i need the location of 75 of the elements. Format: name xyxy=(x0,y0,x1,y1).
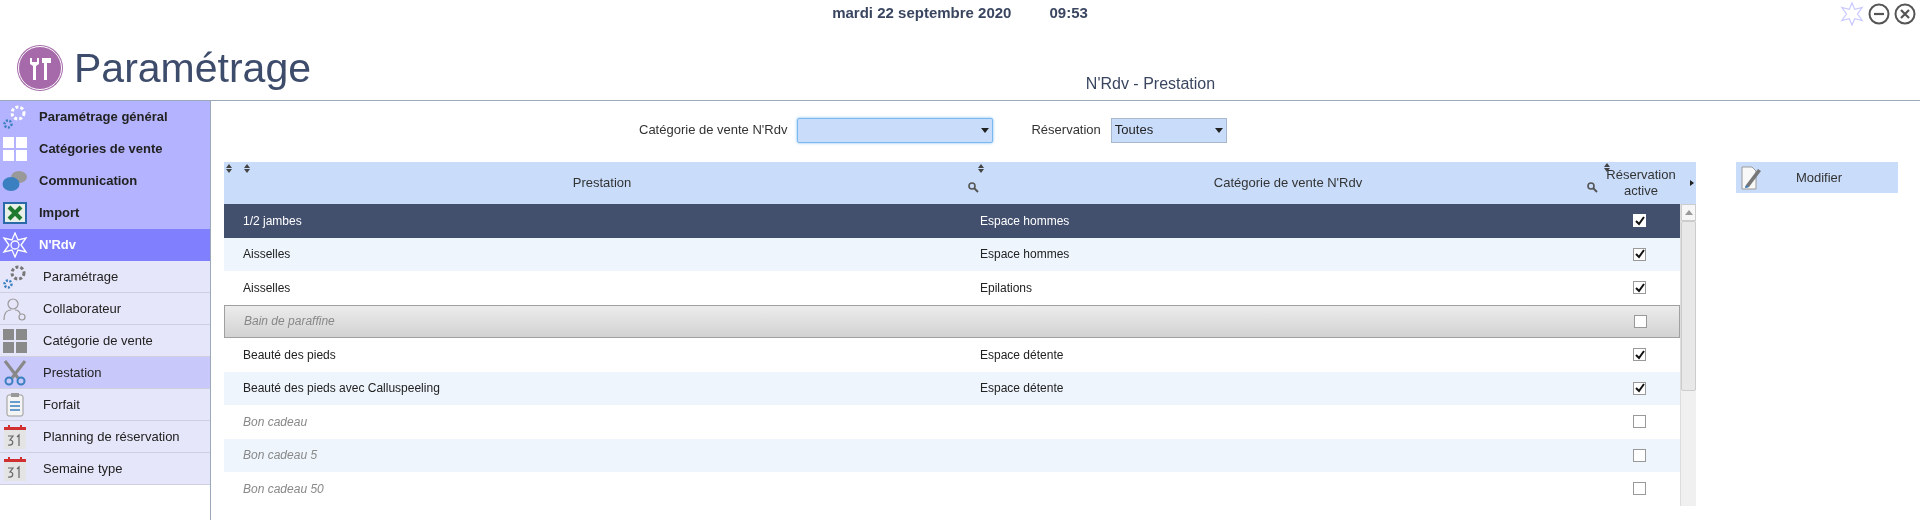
gears-icon xyxy=(2,104,28,130)
flower-icon xyxy=(2,232,28,258)
sidebar-item[interactable]: Paramétrage xyxy=(0,261,210,293)
checkbox[interactable] xyxy=(1633,247,1646,261)
sidebar-item[interactable]: Forfait xyxy=(0,389,210,421)
sort-icon[interactable] xyxy=(244,164,250,173)
close-icon[interactable] xyxy=(1894,3,1916,25)
checkbox[interactable] xyxy=(1633,482,1646,496)
caret-icon xyxy=(1214,127,1223,133)
table-cell: Espace hommes xyxy=(980,247,1070,262)
edit-icon xyxy=(1740,164,1762,191)
sidebar-section[interactable]: Import xyxy=(0,197,210,229)
checkbox[interactable] xyxy=(1633,415,1646,429)
dropdown-field[interactable] xyxy=(797,117,994,143)
clipboard-icon xyxy=(4,391,26,418)
table-cell-text: Bon cadeau 5 xyxy=(242,447,319,465)
table-cell-text: Bain de paraffine xyxy=(243,313,336,331)
table-row[interactable]: 1/2 jambes Espace hommes xyxy=(224,204,1680,238)
edit-button[interactable]: Modifier xyxy=(1736,162,1898,193)
sidebar-item[interactable]: Semaine type xyxy=(0,453,210,485)
table-row[interactable]: Beauté des pieds avec Calluspeeling Espace détente xyxy=(224,371,1680,405)
table-cell-text: Bon cadeau xyxy=(242,413,309,431)
table-cell-text: Aisselles xyxy=(242,246,292,264)
filter-label: Catégorie de vente N'Rdv xyxy=(639,121,788,140)
date-text: mardi 22 septembre 2020 xyxy=(832,2,1012,23)
scissors-icon xyxy=(2,359,28,386)
spreadsheet-icon xyxy=(3,202,27,224)
sidebar-item[interactable]: Prestation xyxy=(0,357,210,389)
table-cell-text: Beauté des pieds avec Calluspeeling xyxy=(242,380,441,398)
table-cell-text: Bon cadeau 50 xyxy=(242,480,325,498)
table-cell: Espace détente xyxy=(980,347,1064,362)
caret-icon xyxy=(981,127,990,133)
sidebar-section[interactable]: Communication xyxy=(0,165,210,197)
time-text: 09:53 xyxy=(1049,2,1088,23)
sort-icon[interactable] xyxy=(978,164,984,173)
calendar-icon xyxy=(3,423,27,450)
calendar-icon xyxy=(3,455,27,482)
filter-label: Réservation xyxy=(1031,121,1101,140)
sidebar-item[interactable]: Collaborateur xyxy=(0,293,210,325)
gears-icon xyxy=(2,263,28,290)
scroll-up-icon[interactable] xyxy=(1684,210,1693,215)
column-header[interactable]: Prestation xyxy=(224,162,980,204)
grid-icon xyxy=(2,327,28,354)
column-header[interactable]: Réservation active xyxy=(1596,162,1682,204)
table-cell: Espace détente xyxy=(980,381,1064,396)
page-title: Paramétrage xyxy=(74,47,311,89)
checkbox[interactable] xyxy=(1633,281,1646,295)
checkbox[interactable] xyxy=(1633,348,1646,362)
tools-icon xyxy=(16,44,64,92)
table-cell: Epilations xyxy=(980,280,1033,295)
table-cell-text: Beauté des pieds xyxy=(242,346,337,364)
checkbox[interactable] xyxy=(1634,314,1647,328)
checkbox[interactable] xyxy=(1633,381,1646,395)
minimize-icon[interactable] xyxy=(1868,3,1890,25)
chat-icon xyxy=(2,169,28,193)
page-subtitle: N'Rdv - Prestation xyxy=(1085,74,1216,94)
grid-icon xyxy=(2,136,28,162)
table-cell-text: Aisselles xyxy=(242,279,292,297)
table-row[interactable]: Aisselles Espace hommes xyxy=(224,237,1680,271)
checkbox[interactable] xyxy=(1633,448,1646,462)
arrow-icon[interactable] xyxy=(1690,180,1694,186)
sidebar-item[interactable]: Catégorie de vente xyxy=(0,325,210,357)
sort-icon[interactable] xyxy=(226,164,232,173)
table-cell-text: 1/2 jambes xyxy=(242,212,303,230)
user-icon xyxy=(2,295,28,322)
search-icon[interactable] xyxy=(968,182,979,193)
sidebar-section[interactable]: Paramétrage général xyxy=(0,101,210,133)
search-icon[interactable] xyxy=(1587,182,1598,193)
dropdown-field[interactable]: Toutes xyxy=(1110,117,1227,143)
sidebar-section[interactable]: Catégories de vente xyxy=(0,133,210,165)
table-cell: Espace hommes xyxy=(980,213,1070,228)
sort-icon[interactable] xyxy=(1604,163,1610,172)
column-header[interactable]: Catégorie de vente N'Rdv xyxy=(980,162,1596,204)
sidebar-item[interactable]: Planning de réservation xyxy=(0,421,210,453)
scrollbar[interactable] xyxy=(1680,204,1696,506)
